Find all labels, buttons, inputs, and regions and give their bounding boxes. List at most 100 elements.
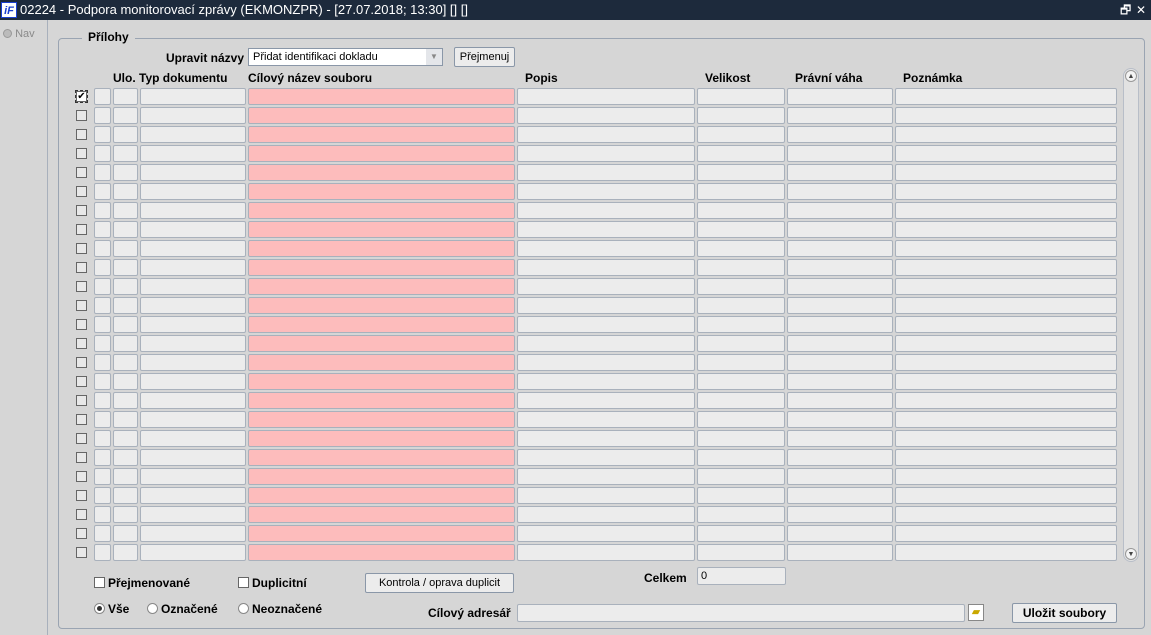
folder-icon[interactable]: ▰	[968, 604, 984, 621]
duplicate-checkbox[interactable]	[238, 577, 249, 588]
cell-stored[interactable]	[113, 411, 138, 428]
cell-legal-weight[interactable]	[787, 183, 893, 200]
cell-note[interactable]	[895, 544, 1117, 561]
cell-size[interactable]	[697, 354, 785, 371]
cell-size[interactable]	[697, 411, 785, 428]
cell-target-name[interactable]	[248, 468, 515, 485]
cell-target-name[interactable]	[248, 126, 515, 143]
cell-doc-type[interactable]	[140, 430, 246, 447]
row-select-checkbox[interactable]	[76, 148, 87, 159]
cell-note[interactable]	[895, 126, 1117, 143]
cell-target-name[interactable]	[248, 544, 515, 561]
cell-size[interactable]	[697, 487, 785, 504]
cell-legal-weight[interactable]	[787, 107, 893, 124]
cell-description[interactable]	[517, 126, 695, 143]
row-select-checkbox[interactable]	[76, 509, 87, 520]
cell-legal-weight[interactable]	[787, 278, 893, 295]
save-files-button[interactable]: Uložit soubory	[1012, 603, 1117, 623]
cell-target-name[interactable]	[248, 430, 515, 447]
cell-doc-type[interactable]	[140, 468, 246, 485]
cell-stored[interactable]	[113, 373, 138, 390]
cell-flag[interactable]	[94, 240, 111, 257]
row-select-checkbox[interactable]	[76, 547, 87, 558]
row-select-checkbox[interactable]	[76, 433, 87, 444]
cell-description[interactable]	[517, 145, 695, 162]
cell-doc-type[interactable]	[140, 506, 246, 523]
cell-target-name[interactable]	[248, 221, 515, 238]
cell-note[interactable]	[895, 145, 1117, 162]
cell-doc-type[interactable]	[140, 278, 246, 295]
cell-description[interactable]	[517, 373, 695, 390]
scrollbar[interactable]: ▲ ▼	[1123, 68, 1139, 562]
cell-flag[interactable]	[94, 525, 111, 542]
cell-legal-weight[interactable]	[787, 316, 893, 333]
cell-doc-type[interactable]	[140, 145, 246, 162]
cell-doc-type[interactable]	[140, 487, 246, 504]
cell-size[interactable]	[697, 107, 785, 124]
cell-description[interactable]	[517, 525, 695, 542]
cell-stored[interactable]	[113, 487, 138, 504]
cell-note[interactable]	[895, 373, 1117, 390]
cell-flag[interactable]	[94, 126, 111, 143]
cell-stored[interactable]	[113, 506, 138, 523]
cell-size[interactable]	[697, 221, 785, 238]
cell-legal-weight[interactable]	[787, 544, 893, 561]
row-select-checkbox[interactable]	[76, 490, 87, 501]
cell-flag[interactable]	[94, 145, 111, 162]
cell-stored[interactable]	[113, 335, 138, 352]
row-select-checkbox[interactable]	[76, 186, 87, 197]
rename-select[interactable]: Přidat identifikaci dokladu ▼	[248, 48, 443, 66]
cell-description[interactable]	[517, 107, 695, 124]
cell-size[interactable]	[697, 126, 785, 143]
cell-size[interactable]	[697, 88, 785, 105]
cell-doc-type[interactable]	[140, 525, 246, 542]
cell-note[interactable]	[895, 335, 1117, 352]
row-select-checkbox[interactable]	[76, 338, 87, 349]
cell-note[interactable]	[895, 316, 1117, 333]
cell-legal-weight[interactable]	[787, 506, 893, 523]
cell-flag[interactable]	[94, 297, 111, 314]
cell-flag[interactable]	[94, 221, 111, 238]
cell-note[interactable]	[895, 525, 1117, 542]
cell-stored[interactable]	[113, 544, 138, 561]
check-duplicates-button[interactable]: Kontrola / oprava duplicit	[365, 573, 514, 593]
row-select-checkbox[interactable]	[76, 471, 87, 482]
cell-legal-weight[interactable]	[787, 354, 893, 371]
cell-doc-type[interactable]	[140, 164, 246, 181]
cell-flag[interactable]	[94, 411, 111, 428]
cell-legal-weight[interactable]	[787, 297, 893, 314]
cell-target-name[interactable]	[248, 145, 515, 162]
cell-flag[interactable]	[94, 430, 111, 447]
cell-doc-type[interactable]	[140, 88, 246, 105]
cell-size[interactable]	[697, 373, 785, 390]
cell-size[interactable]	[697, 544, 785, 561]
cell-legal-weight[interactable]	[787, 221, 893, 238]
cell-stored[interactable]	[113, 240, 138, 257]
cell-note[interactable]	[895, 430, 1117, 447]
cell-target-name[interactable]	[248, 506, 515, 523]
row-select-checkbox[interactable]	[76, 224, 87, 235]
cell-target-name[interactable]	[248, 392, 515, 409]
cell-size[interactable]	[697, 468, 785, 485]
radio-marked[interactable]	[147, 603, 158, 614]
radio-unmarked[interactable]	[238, 603, 249, 614]
cell-doc-type[interactable]	[140, 221, 246, 238]
cell-doc-type[interactable]	[140, 297, 246, 314]
cell-flag[interactable]	[94, 449, 111, 466]
cell-size[interactable]	[697, 316, 785, 333]
cell-target-name[interactable]	[248, 202, 515, 219]
cell-stored[interactable]	[113, 525, 138, 542]
cell-description[interactable]	[517, 202, 695, 219]
cell-size[interactable]	[697, 430, 785, 447]
cell-target-name[interactable]	[248, 164, 515, 181]
cell-flag[interactable]	[94, 354, 111, 371]
cell-note[interactable]	[895, 468, 1117, 485]
cell-flag[interactable]	[94, 544, 111, 561]
cell-target-name[interactable]	[248, 316, 515, 333]
cell-description[interactable]	[517, 430, 695, 447]
cell-size[interactable]	[697, 525, 785, 542]
cell-legal-weight[interactable]	[787, 411, 893, 428]
row-select-checkbox[interactable]: ✔	[75, 90, 88, 103]
row-select-checkbox[interactable]	[76, 262, 87, 273]
cell-description[interactable]	[517, 506, 695, 523]
